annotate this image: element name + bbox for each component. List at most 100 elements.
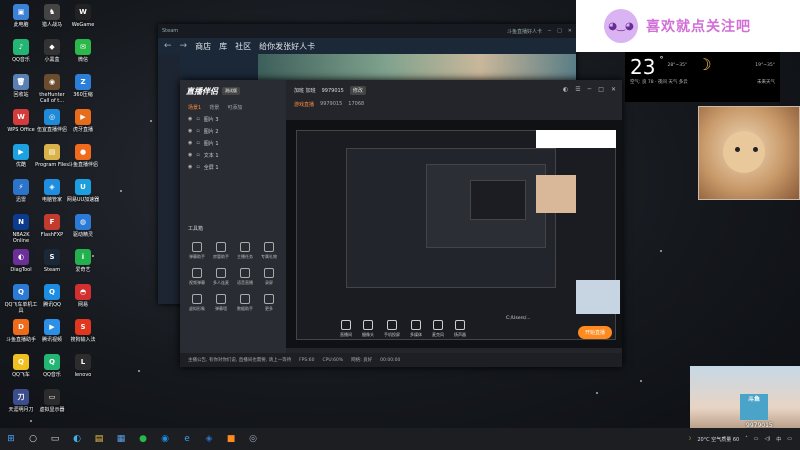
desktop-icon[interactable]: ▶ 虎牙直播 <box>66 109 100 133</box>
eye-icon[interactable]: ◉ <box>188 164 192 170</box>
desktop-icon[interactable]: ▭ 虚拟显示器 <box>35 389 69 413</box>
desktop-icon[interactable]: ▣ 此电脑 <box>4 4 38 28</box>
weather-tray-icon[interactable]: ☽ <box>687 436 691 442</box>
store-icon[interactable]: ▦ <box>110 428 132 450</box>
desktop-icon[interactable]: N NBA2K Online <box>4 214 38 244</box>
toolbar-button[interactable]: 多媒体 <box>410 320 422 338</box>
minimize-icon[interactable]: ─ <box>588 86 592 93</box>
desktop-icon[interactable]: W WPS Office <box>4 109 38 133</box>
tab-scene[interactable]: 场景1 <box>188 104 201 111</box>
desktop-icon[interactable]: i 爱奇艺 <box>66 249 100 273</box>
desktop-icon[interactable]: ◍ 驱动精灵 <box>66 214 100 238</box>
tray-weather[interactable]: 20°C 空气质量 60 <box>697 436 739 443</box>
menu-icon[interactable]: ☰ <box>575 86 580 93</box>
desktop-icon[interactable]: ▤ Program Files <box>35 144 69 168</box>
lock-icon[interactable]: ▫ <box>196 140 199 146</box>
eye-icon[interactable]: ◉ <box>188 140 192 146</box>
lock-icon[interactable]: ▫ <box>196 128 199 134</box>
desktop-icon[interactable]: U 网易UU加速器 <box>66 179 100 203</box>
tray-ime[interactable]: 中 <box>776 436 781 443</box>
qq-icon[interactable]: ◉ <box>154 428 176 450</box>
tool-button[interactable]: 专属礼物 <box>258 242 280 260</box>
scene-item[interactable]: ◉ ▫ 全屏 1 <box>180 161 286 173</box>
search-icon[interactable]: ○ <box>22 428 44 450</box>
desktop-icon[interactable]: W WeGame <box>66 4 100 28</box>
tab-add[interactable]: 可添加 <box>227 104 242 111</box>
close-icon[interactable]: ✕ <box>568 28 572 34</box>
tool-button[interactable]: 数据助手 <box>234 294 256 312</box>
category-label[interactable]: 游戏直播 <box>294 101 314 108</box>
desktop-icon[interactable]: 🗑 回收站 <box>4 74 38 98</box>
security-icon[interactable]: ◈ <box>198 428 220 450</box>
ie-icon[interactable]: e <box>176 428 198 450</box>
desktop-icon[interactable]: S 搜狗输入法 <box>66 319 100 343</box>
nav-store[interactable]: 商店 <box>195 41 211 52</box>
tool-button[interactable]: 语音直播 <box>234 268 256 286</box>
stream-preview[interactable]: C:/Users/... <box>286 120 622 348</box>
minimize-icon[interactable]: ─ <box>548 28 551 34</box>
windows-start-icon[interactable]: ⊞ <box>0 428 22 450</box>
desktop-icon[interactable]: F FlashFXP <box>35 214 69 238</box>
tool-button[interactable]: 弹幕墙 <box>210 294 232 312</box>
desktop-icon[interactable]: Q QQ飞车单机工具 <box>4 284 38 314</box>
tool-button[interactable]: 房管助手 <box>210 242 232 260</box>
tool-button[interactable]: 主播任务 <box>234 242 256 260</box>
toolbar-button[interactable]: 扬声器 <box>454 320 466 338</box>
tool-button[interactable]: 录屏 <box>258 268 280 286</box>
toolbar-button[interactable]: 麦克风 <box>432 320 444 338</box>
close-icon[interactable]: ✕ <box>611 86 616 93</box>
start-live-button[interactable]: 开始直播 <box>577 326 612 339</box>
tab-background[interactable]: 背景 <box>209 104 219 111</box>
desktop-icon[interactable]: ◎ 伍宜直播伴侣 <box>35 109 69 133</box>
forward-arrow-icon[interactable]: → <box>180 41 188 51</box>
tray-network-icon[interactable]: ▭ <box>754 436 759 442</box>
desktop-icon[interactable]: Z 360压缩 <box>66 74 100 98</box>
desktop-icon[interactable]: Q 腾讯QQ <box>35 284 69 308</box>
back-arrow-icon[interactable]: ← <box>164 41 172 51</box>
tray-volume-icon[interactable]: ◁) <box>764 436 770 442</box>
eye-icon[interactable]: ◉ <box>188 128 192 134</box>
desktop-icon[interactable]: ♞ 猎人战马 <box>35 4 69 28</box>
task-view-icon[interactable]: ▭ <box>44 428 66 450</box>
edge-icon[interactable]: ◐ <box>66 428 88 450</box>
maximize-icon[interactable]: □ <box>598 86 604 93</box>
desktop-icon[interactable]: D 斗鱼直播助手 <box>4 319 38 343</box>
lock-icon[interactable]: ▫ <box>196 164 199 170</box>
tool-button[interactable]: 虚拟形象 <box>186 294 208 312</box>
desktop-icon[interactable]: ◓ 网易 <box>66 284 100 308</box>
desktop-icon[interactable]: ◉ theHunter Call of t... <box>35 74 69 104</box>
tool-button[interactable]: 视频弹幕 <box>186 268 208 286</box>
desktop-icon[interactable]: Q QQ音乐 <box>35 354 69 378</box>
scene-item[interactable]: ◉ ▫ 文本 1 <box>180 149 286 161</box>
toolbar-button[interactable]: 摄像头 <box>362 320 374 338</box>
scene-item[interactable]: ◉ ▫ 图片 1 <box>180 137 286 149</box>
lock-icon[interactable]: ▫ <box>196 152 199 158</box>
desktop-icon[interactable]: ◈ 电脑管家 <box>35 179 69 203</box>
eye-icon[interactable]: ◉ <box>188 116 192 122</box>
eye-icon[interactable]: ◉ <box>188 152 192 158</box>
tray-notification-icon[interactable]: ▭ <box>787 436 792 442</box>
desktop-icon[interactable]: 刀天涯明月刀 <box>4 389 38 413</box>
tray-chevron-icon[interactable]: ˄ <box>745 436 748 442</box>
desktop-icon[interactable]: ✉ 微信 <box>66 39 100 63</box>
desktop-icon[interactable]: ▶ 优酷 <box>4 144 38 168</box>
maximize-icon[interactable]: □ <box>557 28 562 34</box>
desktop-icon[interactable]: ⚡ 迅雷 <box>4 179 38 203</box>
steam-user-label[interactable]: 斗鱼直播好人卡 <box>507 28 542 35</box>
toolbar-button[interactable]: 直播间 <box>340 320 352 338</box>
tool-button[interactable]: 多人连麦 <box>210 268 232 286</box>
steam-taskbar-icon[interactable]: ◎ <box>242 428 264 450</box>
desktop-icon[interactable]: ● 斗鱼直播伴侣 <box>66 144 100 168</box>
live-app-taskbar-icon[interactable]: ■ <box>220 428 242 450</box>
desktop-icon[interactable]: Q QQ飞车 <box>4 354 38 378</box>
desktop-icon[interactable]: S Steam <box>35 249 69 273</box>
lock-icon[interactable]: ▫ <box>196 116 199 122</box>
scene-item[interactable]: ◉ ▫ 图片 3 <box>180 113 286 125</box>
tool-button[interactable]: 更多 <box>258 294 280 312</box>
explorer-icon[interactable]: ▤ <box>88 428 110 450</box>
nav-community[interactable]: 社区 <box>235 41 251 52</box>
toolbar-button[interactable]: 手机投屏 <box>384 320 400 338</box>
desktop-icon[interactable]: ◐ DiagTool <box>4 249 38 273</box>
skin-icon[interactable]: ◐ <box>563 86 568 93</box>
desktop-icon[interactable]: Llenovo <box>66 354 100 378</box>
